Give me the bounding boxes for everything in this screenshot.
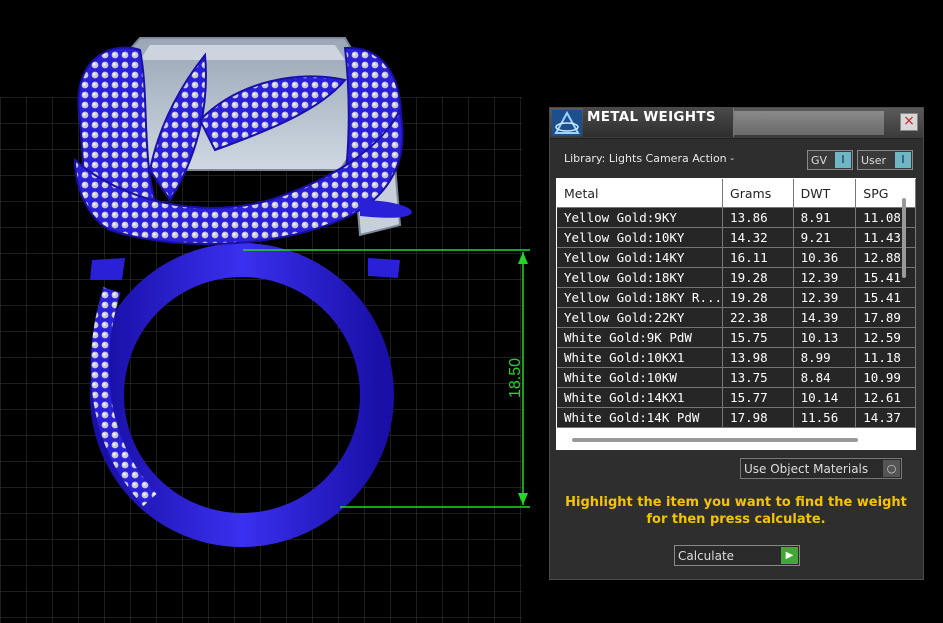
table-row[interactable]: White Gold:14K PdW 17.98 11.56 14.37	[557, 407, 916, 428]
table-cell: 10.99	[855, 367, 916, 388]
table-cell: 17.98	[722, 407, 794, 428]
titlebar-fill	[734, 111, 884, 135]
column-header-grams[interactable]: Grams	[722, 179, 794, 208]
table-header-row: Metal Grams DWT SPG	[557, 179, 916, 208]
table-cell: 19.28	[722, 287, 794, 308]
table-cell: 9.21	[793, 227, 857, 248]
table-cell: 8.91	[793, 207, 857, 228]
table-cell: 10.14	[793, 387, 857, 408]
table-cell: 13.75	[722, 367, 794, 388]
table-cell: 12.39	[793, 287, 857, 308]
table-cell: 13.86	[722, 207, 794, 228]
close-icon[interactable]: ×	[900, 113, 918, 131]
table-cell: 14.32	[722, 227, 794, 248]
table-row[interactable]: Yellow Gold:18KY 19.28 12.39 15.41	[557, 267, 916, 288]
table-cell: 11.08	[855, 207, 916, 228]
user-toggle-switch-icon: I	[895, 152, 911, 168]
gv-toggle[interactable]: GV I	[807, 150, 853, 170]
table-cell: 22.38	[722, 307, 794, 328]
table-cell: 8.99	[793, 347, 857, 368]
table-cell: 10.36	[793, 247, 857, 268]
table-cell: Yellow Gold:22KY	[557, 307, 724, 328]
gv-toggle-label: GV	[811, 154, 828, 167]
table-cell: 11.43	[855, 227, 916, 248]
table-cell: 17.89	[855, 307, 916, 328]
circle-dropdown-icon: ○	[883, 460, 900, 477]
table-cell: 19.28	[722, 267, 794, 288]
table-cell: 12.88	[855, 247, 916, 268]
table-row[interactable]: Yellow Gold:18KY R... 19.28 12.39 15.41	[557, 287, 916, 308]
user-toggle[interactable]: User I	[857, 150, 913, 170]
column-header-metal[interactable]: Metal	[557, 179, 724, 208]
table-cell: 13.98	[722, 347, 794, 368]
metal-weights-panel: METAL WEIGHTS × Library: Lights Camera A…	[549, 107, 924, 580]
table-cell: Yellow Gold:9KY	[557, 207, 724, 228]
table-cell: 10.13	[793, 327, 857, 348]
table-cell: 14.39	[793, 307, 857, 328]
table-cell: 15.77	[722, 387, 794, 408]
play-arrow-icon: ▶	[781, 547, 798, 564]
table-cell: 15.41	[855, 267, 916, 288]
table-cell: 14.37	[855, 407, 916, 428]
table-cell: Yellow Gold:14KY	[557, 247, 724, 268]
table-cell: 12.61	[855, 387, 916, 408]
app-logo-icon	[552, 110, 582, 136]
user-toggle-label: User	[861, 154, 887, 167]
table-cell: 15.41	[855, 287, 916, 308]
calculate-button[interactable]: Calculate ▶	[674, 545, 800, 566]
dimension-label: 18.50	[507, 358, 524, 398]
table-cell: 12.39	[793, 267, 857, 288]
table-cell: Yellow Gold:10KY	[557, 227, 724, 248]
table-cell: 11.56	[793, 407, 857, 428]
metal-weights-table[interactable]: Metal Grams DWT SPG Yellow Gold:9KY 13.86…	[556, 178, 916, 450]
table-row[interactable]: White Gold:10KX1 13.98 8.99 11.18	[557, 347, 916, 368]
instruction-text: Highlight the item you want to find the …	[565, 495, 907, 527]
material-dropdown-value: Use Object Materials	[744, 462, 869, 476]
table-cell: White Gold:10KX1	[557, 347, 724, 368]
table-cell: 11.18	[855, 347, 916, 368]
table-cell: 16.11	[722, 247, 794, 268]
table-cell: White Gold:9K PdW	[557, 327, 724, 348]
column-header-dwt[interactable]: DWT	[793, 179, 857, 208]
table-row[interactable]: Yellow Gold:22KY 22.38 14.39 17.89	[557, 307, 916, 328]
vertical-scrollbar[interactable]	[902, 198, 906, 278]
table-row[interactable]: White Gold:14KX1 15.77 10.14 12.61	[557, 387, 916, 408]
table-cell: 12.59	[855, 327, 916, 348]
table-cell: Yellow Gold:18KY	[557, 267, 724, 288]
library-label: Library: Lights Camera Action -	[564, 152, 735, 165]
table-cell: White Gold:10KW	[557, 367, 724, 388]
table-row[interactable]: Yellow Gold:9KY 13.86 8.91 11.08	[557, 207, 916, 228]
title-tab: METAL WEIGHTS	[583, 108, 734, 137]
table-cell: White Gold:14KX1	[557, 387, 724, 408]
table-cell: 15.75	[722, 327, 794, 348]
material-dropdown[interactable]: Use Object Materials ○	[740, 458, 902, 479]
table-row[interactable]: Yellow Gold:14KY 16.11 10.36 12.88	[557, 247, 916, 268]
horizontal-scrollbar[interactable]	[572, 438, 858, 442]
column-header-spg[interactable]: SPG	[855, 179, 916, 208]
table-cell: White Gold:14K PdW	[557, 407, 724, 428]
table-row[interactable]: Yellow Gold:10KY 14.32 9.21 11.43	[557, 227, 916, 248]
panel-titlebar[interactable]: METAL WEIGHTS ×	[550, 108, 923, 139]
table-cell: Yellow Gold:18KY R...	[557, 287, 724, 308]
table-cell: 8.84	[793, 367, 857, 388]
gv-toggle-switch-icon: I	[835, 152, 851, 168]
panel-title: METAL WEIGHTS	[587, 109, 716, 125]
table-row[interactable]: White Gold:10KW 13.75 8.84 10.99	[557, 367, 916, 388]
calculate-label: Calculate	[678, 549, 735, 563]
table-row[interactable]: White Gold:9K PdW 15.75 10.13 12.59	[557, 327, 916, 348]
